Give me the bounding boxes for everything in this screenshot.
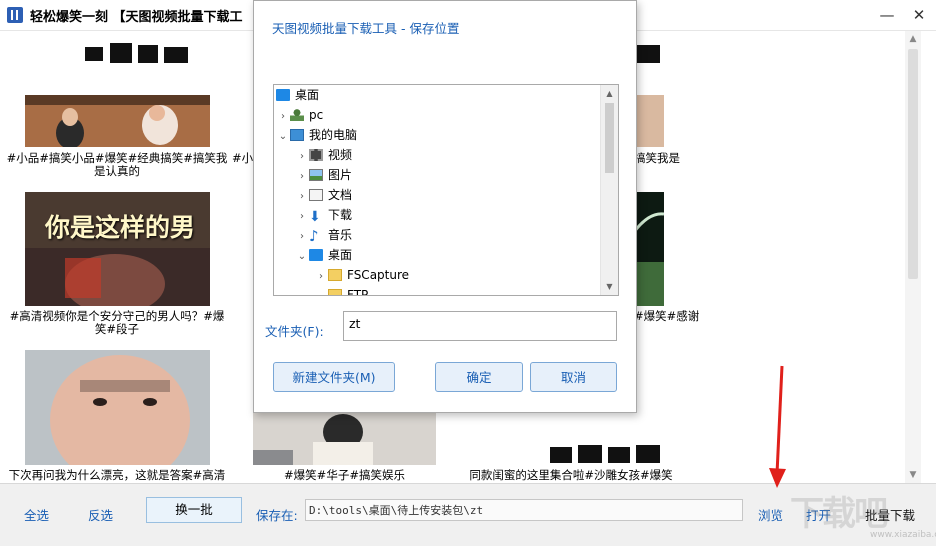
collapse-chevron-icon[interactable]: ⌄ <box>276 127 290 147</box>
tree-scroll-thumb[interactable] <box>605 103 614 173</box>
main-scrollbar[interactable]: ▲ ▼ <box>905 31 921 483</box>
browse-link[interactable]: 浏览 <box>758 505 783 524</box>
video-thumbnail[interactable] <box>548 443 664 465</box>
dialog-title: 天图视频批量下载工具 - 保存位置 <box>272 21 460 36</box>
video-caption: 下次再问我为什么漂亮，这就是答案#高清 <box>8 469 226 482</box>
video-caption: #爆笑#感谢 <box>634 309 700 323</box>
annotation-arrow-icon <box>769 365 786 488</box>
window-title: 轻松爆笑一刻 【天图视频批量下载工 <box>30 10 243 25</box>
watermark-url: www.xiazaiba.com <box>870 530 936 540</box>
video-thumbnail[interactable] <box>80 33 210 75</box>
save-location-label: 保存在: <box>256 508 298 523</box>
tree-item[interactable]: › 图片 <box>295 165 352 185</box>
expand-chevron-icon[interactable]: › <box>314 267 328 287</box>
tree-item[interactable]: 桌面 <box>276 85 319 105</box>
tree-item[interactable]: › FSCapture <box>314 265 409 285</box>
video-folder-icon <box>309 149 323 161</box>
scroll-thumb[interactable] <box>908 49 918 279</box>
app-icon <box>7 7 23 23</box>
minimize-button[interactable]: — <box>875 4 899 26</box>
video-thumbnail[interactable] <box>25 350 210 465</box>
tree-item[interactable]: › ⬇ 下载 <box>295 205 352 225</box>
tree-item[interactable]: › 视频 <box>295 145 352 165</box>
video-caption: #小品#搞笑小品#爆笑#经典搞笑#搞笑我是认真的 <box>6 151 228 178</box>
cancel-button[interactable]: 取消 <box>530 362 617 392</box>
video-caption: #爆笑#华子#搞笑娱乐 <box>284 468 405 482</box>
expand-chevron-icon[interactable]: › <box>295 207 309 227</box>
tree-item[interactable]: › 文档 <box>295 185 352 205</box>
tree-item[interactable]: › ♪ 音乐 <box>295 225 352 245</box>
tree-item[interactable]: › pc <box>276 105 323 125</box>
tree-item[interactable]: FTP <box>314 285 368 295</box>
collapse-chevron-icon[interactable]: ⌄ <box>295 247 309 267</box>
video-caption: #小 <box>232 152 254 165</box>
save-path-field[interactable]: D:\tools\桌面\待上传安装包\zt <box>305 499 743 521</box>
expand-chevron-icon[interactable]: › <box>295 187 309 207</box>
video-caption: 搞笑我是 <box>634 151 680 165</box>
expand-chevron-icon[interactable]: › <box>295 167 309 187</box>
video-thumbnail[interactable] <box>25 95 210 147</box>
tree-scrollbar[interactable]: ▲ ▼ <box>600 85 618 295</box>
save-location-dialog: 天图视频批量下载工具 - 保存位置 桌面 › pc ⌄ 我的电脑 › 视频 › 图片 ›… <box>253 0 637 413</box>
expand-chevron-icon[interactable]: › <box>295 147 309 167</box>
expand-chevron-icon[interactable]: › <box>295 227 309 247</box>
invert-selection-link[interactable]: 反选 <box>88 505 113 524</box>
expand-chevron-icon[interactable]: › <box>276 107 290 127</box>
folder-icon <box>328 269 342 281</box>
video-thumbnail[interactable]: 你是这样的男 <box>25 192 210 306</box>
folder-field-label: 文件夹(F): <box>265 324 324 339</box>
desktop-icon <box>309 249 323 261</box>
select-all-link[interactable]: 全选 <box>24 505 49 524</box>
new-folder-button[interactable]: 新建文件夹(M) <box>273 362 395 392</box>
music-folder-icon: ♪ <box>309 227 319 245</box>
download-folder-icon: ⬇ <box>309 209 321 225</box>
user-icon <box>290 109 304 121</box>
tree-item[interactable]: ⌄ 我的电脑 <box>276 125 357 145</box>
folder-tree[interactable]: 桌面 › pc ⌄ 我的电脑 › 视频 › 图片 › 文档 › ⬇ 下载 › ♪ 音乐 ⌄ 桌面 ›… <box>273 84 619 296</box>
scroll-down-icon[interactable]: ▼ <box>601 278 618 295</box>
video-caption: #高清视频你是个安分守己的男人吗？#爆笑#段子 <box>9 309 225 336</box>
video-thumbnail[interactable] <box>634 95 664 147</box>
picture-folder-icon <box>309 169 323 181</box>
tree-item[interactable]: ⌄ 桌面 <box>295 245 352 265</box>
thumbnail-overlay-text: 你是这样的男 <box>45 213 196 242</box>
ok-button[interactable]: 确定 <box>435 362 523 392</box>
folder-name-input[interactable]: zt <box>343 311 617 341</box>
next-batch-button[interactable]: 换一批 <box>146 497 242 523</box>
folder-icon <box>328 289 342 295</box>
document-folder-icon <box>309 189 323 201</box>
scroll-up-icon[interactable]: ▲ <box>905 31 921 47</box>
computer-icon <box>290 129 304 141</box>
desktop-icon <box>276 89 290 101</box>
close-button[interactable]: ✕ <box>907 4 931 26</box>
video-thumbnail[interactable] <box>253 412 436 465</box>
video-caption: 同款闺蜜的这里集合啦#沙雕女孩#爆笑 <box>469 468 673 482</box>
scroll-down-icon[interactable]: ▼ <box>905 467 921 483</box>
video-thumbnail[interactable] <box>634 192 664 306</box>
scroll-up-icon[interactable]: ▲ <box>601 85 618 102</box>
watermark-logo: 下载吧 <box>790 494 888 534</box>
